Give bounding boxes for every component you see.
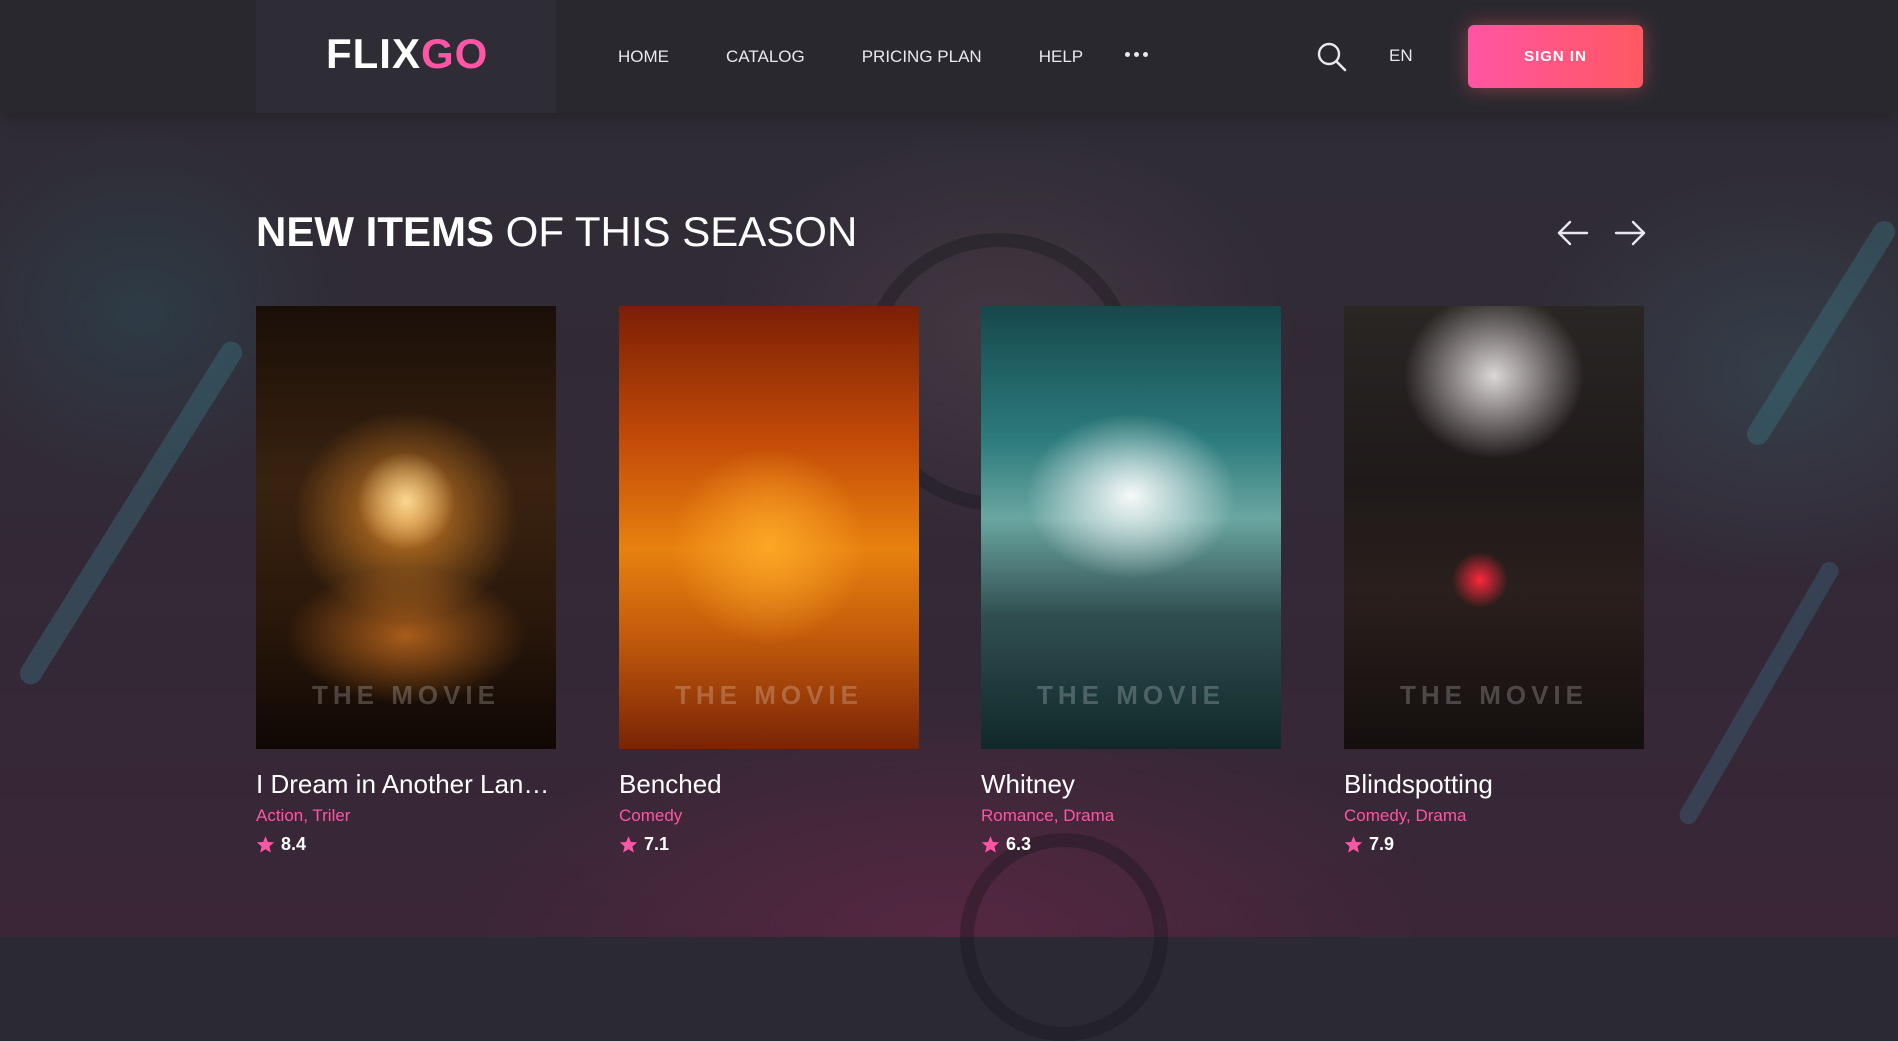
rating-value: 7.9 bbox=[1369, 834, 1395, 854]
logo-part-flix: FLIX bbox=[326, 30, 421, 77]
movie-card[interactable]: THE MOVIE Blindspotting Comedy, Drama 7.… bbox=[1344, 306, 1644, 855]
rating-value: 6.3 bbox=[1006, 834, 1032, 854]
movie-card[interactable]: THE MOVIE Benched Comedy 7.1 bbox=[619, 306, 919, 855]
top-header: FLIXGO HOME CATALOG PRICING PLAN HELP EN… bbox=[0, 0, 1898, 113]
movie-cover[interactable]: THE MOVIE bbox=[256, 306, 556, 749]
section-title: NEW ITEMS OF THIS SEASON bbox=[256, 208, 857, 256]
logo[interactable]: FLIXGO bbox=[326, 30, 488, 78]
movie-title[interactable]: I Dream in Another Language bbox=[256, 769, 556, 800]
star-icon bbox=[619, 836, 638, 853]
cover-watermark: THE MOVIE bbox=[311, 680, 500, 710]
section-title-strong: NEW ITEMS bbox=[256, 208, 494, 255]
movie-cover[interactable]: THE MOVIE bbox=[1344, 306, 1644, 749]
cover-watermark: THE MOVIE bbox=[1036, 680, 1225, 710]
movie-genres[interactable]: Comedy, Drama bbox=[1344, 806, 1644, 826]
movie-cover[interactable]: THE MOVIE bbox=[619, 306, 919, 749]
sign-in-button[interactable]: SIGN IN bbox=[1468, 25, 1643, 88]
logo-part-go: GO bbox=[421, 30, 489, 77]
main-nav: HOME CATALOG PRICING PLAN HELP bbox=[618, 0, 1140, 113]
nav-item-pricing-plan[interactable]: PRICING PLAN bbox=[862, 47, 982, 67]
background-ring bbox=[960, 833, 1168, 1041]
section-title-light: OF THIS SEASON bbox=[505, 208, 858, 255]
background-streak bbox=[1742, 216, 1898, 450]
more-dots-icon[interactable] bbox=[1125, 52, 1148, 57]
language-selector[interactable]: EN bbox=[1389, 46, 1413, 66]
star-icon bbox=[981, 836, 1000, 853]
movie-rating: 8.4 bbox=[256, 834, 556, 855]
movie-cover[interactable]: THE MOVIE bbox=[981, 306, 1281, 749]
cover-watermark: THE MOVIE bbox=[674, 680, 863, 710]
background-streak bbox=[15, 337, 247, 689]
star-icon bbox=[1344, 836, 1363, 853]
search-icon[interactable] bbox=[1316, 41, 1348, 73]
rating-value: 7.1 bbox=[644, 834, 670, 854]
nav-item-home[interactable]: HOME bbox=[618, 47, 669, 67]
cover-watermark: THE MOVIE bbox=[1399, 680, 1588, 710]
movie-genres[interactable]: Romance, Drama bbox=[981, 806, 1281, 826]
movie-card[interactable]: THE MOVIE I Dream in Another Language Ac… bbox=[256, 306, 556, 855]
movie-card[interactable]: THE MOVIE Whitney Romance, Drama 6.3 bbox=[981, 306, 1281, 855]
nav-item-catalog[interactable]: CATALOG bbox=[726, 47, 805, 67]
movie-title[interactable]: Blindspotting bbox=[1344, 769, 1644, 800]
arrow-right-icon[interactable] bbox=[1613, 218, 1647, 248]
movie-rating: 7.1 bbox=[619, 834, 919, 855]
nav-item-help[interactable]: HELP bbox=[1039, 47, 1083, 67]
star-icon bbox=[256, 836, 275, 853]
movie-rating: 7.9 bbox=[1344, 834, 1644, 855]
movie-genres[interactable]: Action, Triler bbox=[256, 806, 556, 826]
movie-genres[interactable]: Comedy bbox=[619, 806, 919, 826]
arrow-left-icon[interactable] bbox=[1556, 218, 1590, 248]
movie-title[interactable]: Benched bbox=[619, 769, 919, 800]
background-streak bbox=[1676, 558, 1842, 828]
movie-title[interactable]: Whitney bbox=[981, 769, 1281, 800]
rating-value: 8.4 bbox=[281, 834, 307, 854]
movie-rating: 6.3 bbox=[981, 834, 1281, 855]
